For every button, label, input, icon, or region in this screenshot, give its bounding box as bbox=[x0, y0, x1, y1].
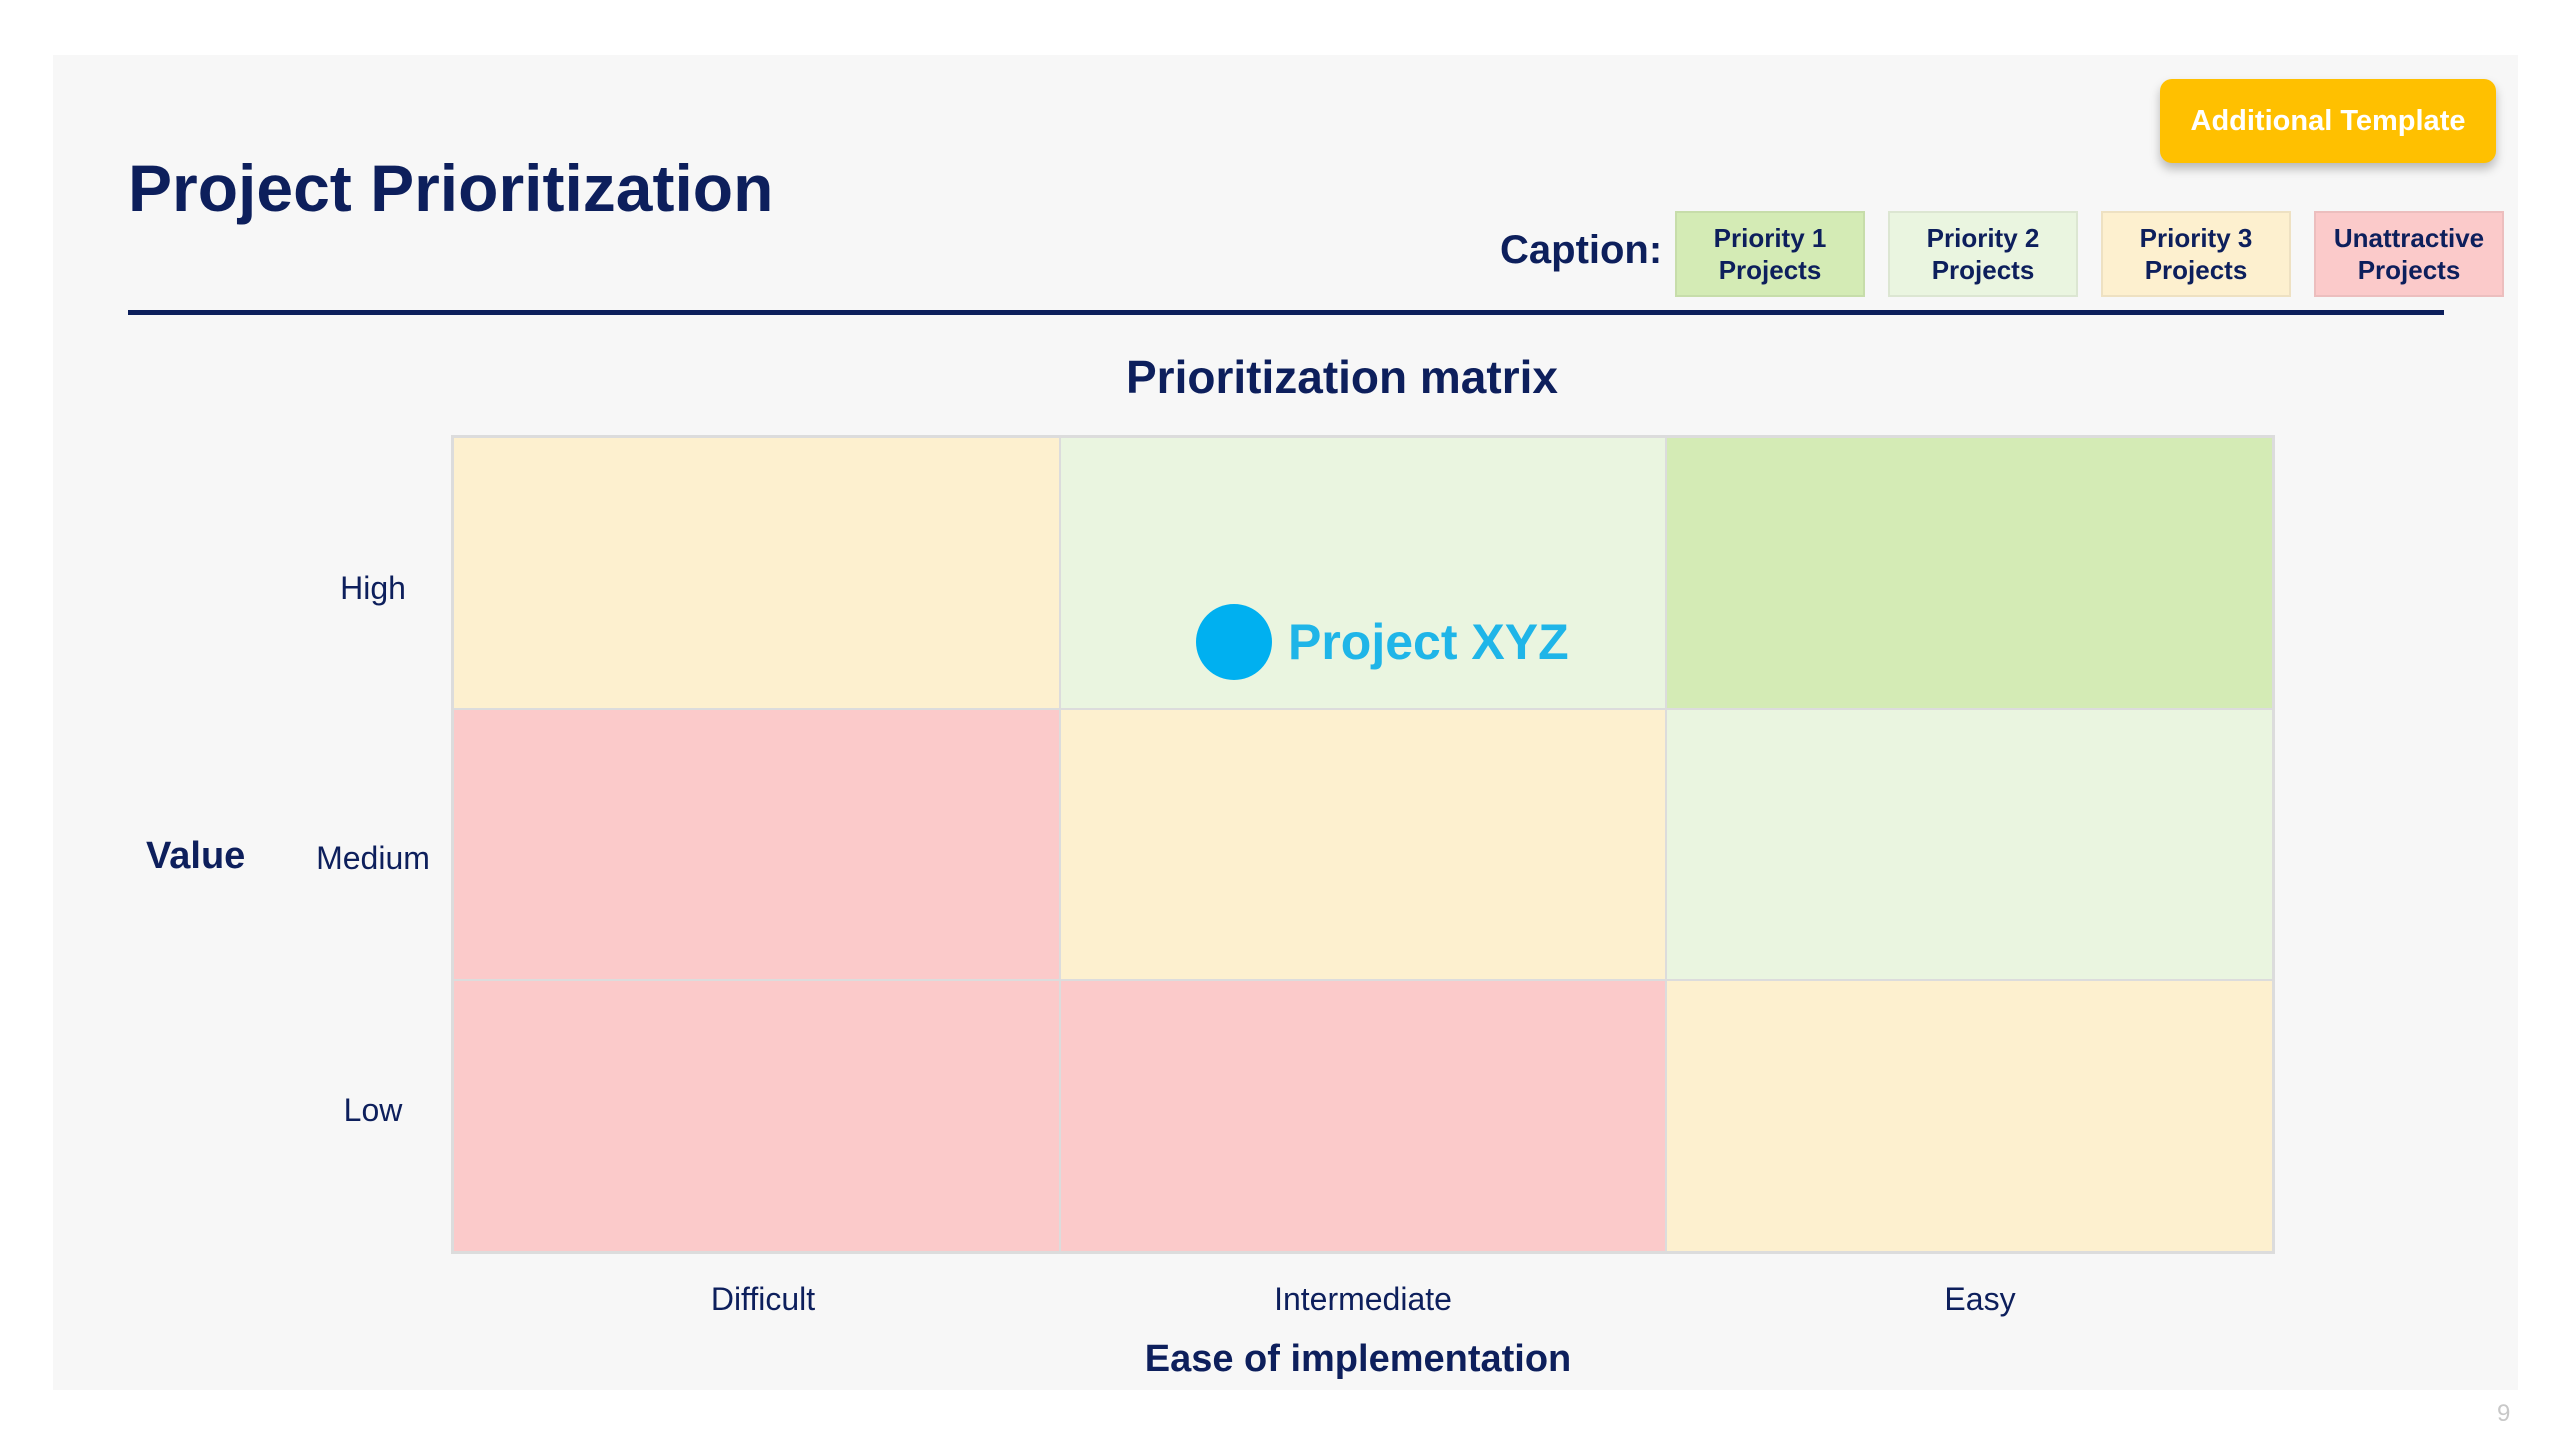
column-label-difficult: Difficult bbox=[710, 1281, 816, 1317]
row-label-medium: Medium bbox=[316, 840, 430, 876]
additional-template-button[interactable]: Additional Template bbox=[2160, 79, 2496, 163]
matrix-cell-medium-easy bbox=[1666, 708, 2273, 981]
matrix-cell-medium-difficult bbox=[453, 708, 1060, 981]
legend-priority-3: Priority 3 Projects bbox=[2101, 211, 2291, 297]
matrix-cell-high-difficult bbox=[453, 437, 1060, 709]
x-axis-label: Ease of implementation bbox=[1144, 1338, 1572, 1380]
legend-unattractive: Unattractive Projects bbox=[2314, 211, 2504, 297]
legend-priority-1: Priority 1 Projects bbox=[1675, 211, 1865, 297]
legend-priority-2: Priority 2 Projects bbox=[1888, 211, 2078, 297]
matrix-cell-low-difficult bbox=[453, 980, 1060, 1252]
page-title: Project Prioritization bbox=[128, 151, 774, 225]
y-axis-label: Value bbox=[146, 835, 246, 877]
row-label-low: Low bbox=[343, 1092, 403, 1128]
title-divider bbox=[128, 310, 2444, 315]
project-marker[interactable]: Project XYZ bbox=[1196, 604, 1569, 680]
column-label-easy: Easy bbox=[1944, 1281, 2016, 1317]
row-label-high: High bbox=[340, 570, 406, 606]
matrix-cell-low-intermediate bbox=[1059, 980, 1667, 1252]
prioritization-matrix bbox=[451, 435, 2275, 1254]
project-label: Project XYZ bbox=[1288, 614, 1569, 670]
project-dot bbox=[1196, 604, 1272, 680]
matrix-title: Prioritization matrix bbox=[1126, 351, 1558, 403]
matrix-cell-low-easy bbox=[1666, 980, 2273, 1252]
page-number: 9 bbox=[2497, 1400, 2511, 1427]
matrix-cell-medium-intermediate bbox=[1059, 708, 1667, 981]
column-label-intermediate: Intermediate bbox=[1274, 1281, 1452, 1317]
matrix-cell-high-easy bbox=[1666, 437, 2273, 709]
caption-label: Caption: bbox=[1500, 228, 1663, 272]
